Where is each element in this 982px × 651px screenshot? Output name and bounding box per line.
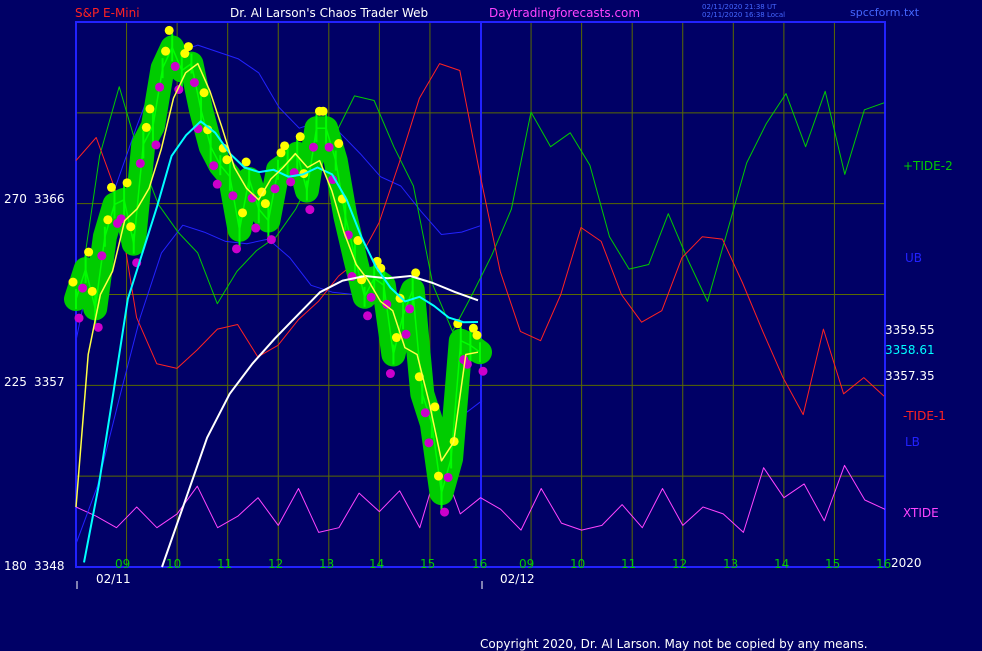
low-marker [97,251,107,261]
low-marker [212,179,222,189]
price-readout-last: 3357.35 [885,369,935,383]
price-readout-slow: 3359.55 [885,323,935,337]
low-marker [74,313,84,323]
y-label-angle: 180 [4,559,27,573]
x-tick-label: 16 [876,557,892,571]
high-marker [87,286,97,296]
low-marker [170,61,180,71]
low-marker [286,177,296,187]
low-marker [324,142,334,152]
low-marker [78,283,88,293]
legend-tide-1: -TIDE-1 [903,409,946,423]
x-tick-label: 13 [319,557,335,571]
high-marker [84,247,94,257]
high-marker [238,208,248,218]
x-tick-label: 13 [723,557,739,571]
high-marker [126,222,136,232]
low-marker [135,158,145,168]
legend-xtide: XTIDE [903,506,939,520]
high-marker [106,182,116,192]
x-tick-label: 14 [369,557,385,571]
high-marker [161,46,171,56]
high-marker [141,122,151,132]
x-tick-label: 16 [472,557,488,571]
high-marker [391,333,401,343]
y-label-price: 3366 [34,192,65,206]
high-marker [164,25,174,35]
copyright: Copyright 2020, Dr. Al Larson. May not b… [480,637,868,651]
high-marker [280,141,290,151]
low-marker [155,82,165,92]
high-marker [395,293,405,303]
low-marker [424,438,434,448]
low-marker [308,142,318,152]
y-label-angle: 225 [4,375,27,389]
high-marker [318,106,328,116]
low-marker [270,184,280,194]
legend-upper-band: UB [905,251,923,265]
low-marker [363,311,373,321]
x-tick-label: 12 [672,557,688,571]
y-label-price: 3348 [34,559,65,573]
date-label: 02/12 [500,572,535,586]
high-marker [260,199,270,209]
y-label-angle: 270 [4,192,27,206]
low-marker [440,507,450,517]
low-marker [478,366,488,376]
low-marker [247,193,257,203]
chart-area [64,21,886,589]
x-tick-label: 09 [519,557,535,571]
x-tick-label: 15 [420,557,436,571]
low-marker [401,329,411,339]
high-marker [145,104,155,114]
high-marker [103,215,113,225]
high-marker [430,402,440,412]
low-marker [385,369,395,379]
date-label: 02/11 [96,572,131,586]
high-marker [434,471,444,481]
high-marker [472,330,482,340]
legend-tide-2: +TIDE-2 [903,159,953,173]
x-tick-label: 15 [825,557,841,571]
low-marker [366,292,376,302]
low-marker [189,78,199,88]
high-marker [222,155,232,165]
low-marker [420,408,430,418]
x-tick-label: 14 [774,557,790,571]
low-marker [151,140,161,150]
high-marker [183,42,193,52]
low-marker [443,472,453,482]
x-tick-label: 10 [166,557,182,571]
high-marker [199,88,209,98]
x-tick-label: 10 [570,557,586,571]
low-marker [251,223,261,233]
x-tick-label: 09 [115,557,131,571]
price-readout-mid: 3358.61 [885,343,935,357]
x-tick-label: 11 [217,557,233,571]
low-marker [405,304,415,314]
high-marker [68,277,78,287]
low-marker [232,244,242,254]
high-marker [334,139,344,149]
y-label-price: 3357 [34,375,65,389]
low-marker [209,161,219,171]
low-marker [228,191,238,201]
low-marker [305,205,315,215]
low-marker [266,235,276,245]
high-marker [122,178,132,188]
high-marker [295,132,305,142]
x-tick-label: 11 [621,557,637,571]
legend-lower-band: LB [905,435,920,449]
x-tick-label: 12 [268,557,284,571]
year-label: 2020 [891,556,922,570]
